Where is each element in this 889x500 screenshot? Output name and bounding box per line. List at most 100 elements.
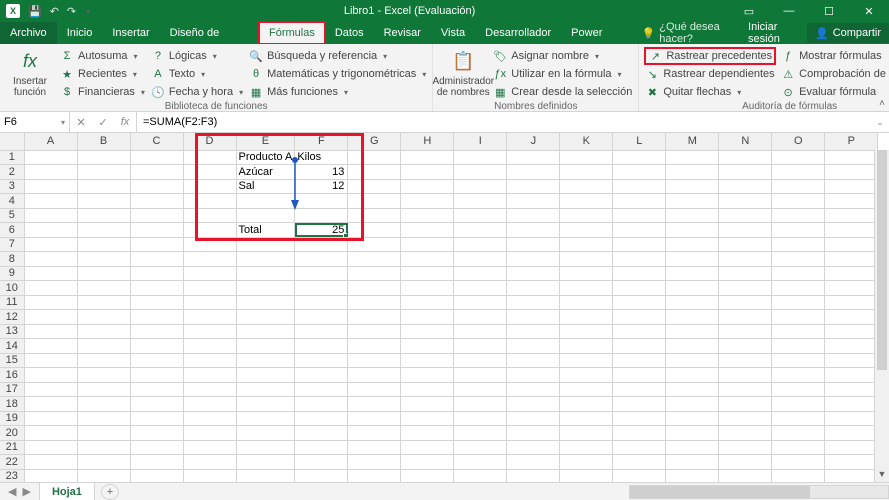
- cell[interactable]: [507, 179, 560, 194]
- cell[interactable]: [77, 382, 130, 397]
- cell[interactable]: [454, 194, 507, 209]
- cell[interactable]: [560, 194, 613, 209]
- formula-input[interactable]: =SUMA(F2:F3): [137, 112, 871, 132]
- cell[interactable]: [772, 353, 825, 368]
- cell[interactable]: [130, 252, 183, 267]
- cell[interactable]: [560, 281, 613, 296]
- cell[interactable]: [183, 324, 236, 339]
- cell[interactable]: [454, 382, 507, 397]
- cell[interactable]: [24, 382, 77, 397]
- cell[interactable]: [772, 208, 825, 223]
- cell[interactable]: [507, 252, 560, 267]
- fx-icon[interactable]: fx: [114, 116, 136, 128]
- cell[interactable]: [77, 266, 130, 281]
- cell[interactable]: [507, 469, 560, 482]
- row-header[interactable]: 3: [0, 179, 24, 194]
- name-manager-button[interactable]: 📋 Administrador de nombres: [439, 48, 487, 100]
- cell[interactable]: [454, 469, 507, 482]
- cell[interactable]: [507, 353, 560, 368]
- cell[interactable]: [772, 411, 825, 426]
- cell[interactable]: [666, 295, 719, 310]
- cell[interactable]: [560, 368, 613, 383]
- cell[interactable]: [666, 368, 719, 383]
- cell[interactable]: [825, 252, 878, 267]
- tab-file[interactable]: Archivo: [0, 22, 57, 44]
- cell[interactable]: [719, 368, 772, 383]
- cell[interactable]: [507, 295, 560, 310]
- cell[interactable]: [183, 440, 236, 455]
- sign-in-link[interactable]: Iniciar sesión: [748, 21, 801, 45]
- cell[interactable]: [454, 150, 507, 165]
- cell[interactable]: [401, 223, 454, 238]
- cell[interactable]: [454, 411, 507, 426]
- cell[interactable]: [719, 208, 772, 223]
- cell[interactable]: [666, 411, 719, 426]
- cell[interactable]: [24, 295, 77, 310]
- cell[interactable]: [401, 281, 454, 296]
- insert-function-button[interactable]: fx Insertar función: [6, 48, 54, 100]
- cell[interactable]: [401, 208, 454, 223]
- cell[interactable]: [772, 368, 825, 383]
- cell[interactable]: [348, 223, 401, 238]
- cell[interactable]: [613, 281, 666, 296]
- cell[interactable]: [236, 397, 295, 412]
- cell[interactable]: Sal: [236, 179, 295, 194]
- cell[interactable]: [825, 266, 878, 281]
- cell[interactable]: [236, 281, 295, 296]
- cell[interactable]: [613, 411, 666, 426]
- cell[interactable]: [183, 237, 236, 252]
- cell[interactable]: [348, 469, 401, 482]
- cell[interactable]: [613, 440, 666, 455]
- cell[interactable]: [454, 397, 507, 412]
- cell[interactable]: [130, 310, 183, 325]
- cell[interactable]: [772, 310, 825, 325]
- name-box[interactable]: F6 ▾: [0, 112, 70, 132]
- cell[interactable]: [560, 208, 613, 223]
- cell[interactable]: [24, 411, 77, 426]
- cell[interactable]: [772, 237, 825, 252]
- cell[interactable]: [772, 324, 825, 339]
- row-header[interactable]: 8: [0, 252, 24, 267]
- cell[interactable]: [666, 150, 719, 165]
- cell[interactable]: [825, 440, 878, 455]
- row-header[interactable]: 16: [0, 368, 24, 383]
- cell[interactable]: [348, 208, 401, 223]
- cell[interactable]: [401, 368, 454, 383]
- cell[interactable]: [77, 353, 130, 368]
- cell[interactable]: [236, 194, 295, 209]
- redo-icon[interactable]: ↷: [67, 5, 76, 18]
- cell[interactable]: [236, 266, 295, 281]
- cell[interactable]: [613, 382, 666, 397]
- sheet-tab[interactable]: Hoja1: [39, 482, 95, 500]
- cell[interactable]: [560, 411, 613, 426]
- cell[interactable]: [295, 295, 348, 310]
- cell[interactable]: [348, 411, 401, 426]
- cell[interactable]: [719, 295, 772, 310]
- sheet-nav-next-icon[interactable]: ▶: [22, 485, 30, 498]
- cell[interactable]: [348, 179, 401, 194]
- column-header[interactable]: J: [507, 133, 560, 150]
- cell[interactable]: [236, 208, 295, 223]
- cell[interactable]: [295, 324, 348, 339]
- cell[interactable]: [507, 150, 560, 165]
- cell[interactable]: [295, 310, 348, 325]
- cell[interactable]: [24, 353, 77, 368]
- cell[interactable]: [295, 382, 348, 397]
- cell[interactable]: [24, 237, 77, 252]
- row-header[interactable]: 6: [0, 223, 24, 238]
- cell[interactable]: [401, 266, 454, 281]
- tab-data[interactable]: Datos: [325, 22, 374, 44]
- column-header[interactable]: I: [454, 133, 507, 150]
- cell[interactable]: [295, 411, 348, 426]
- cell[interactable]: [348, 194, 401, 209]
- cell[interactable]: [295, 440, 348, 455]
- cell[interactable]: [24, 455, 77, 470]
- cell[interactable]: [454, 455, 507, 470]
- cell[interactable]: [719, 426, 772, 441]
- cell[interactable]: [666, 223, 719, 238]
- cell[interactable]: [236, 411, 295, 426]
- cell[interactable]: [77, 295, 130, 310]
- cell[interactable]: [183, 150, 236, 165]
- cell[interactable]: [130, 469, 183, 482]
- cell[interactable]: [130, 382, 183, 397]
